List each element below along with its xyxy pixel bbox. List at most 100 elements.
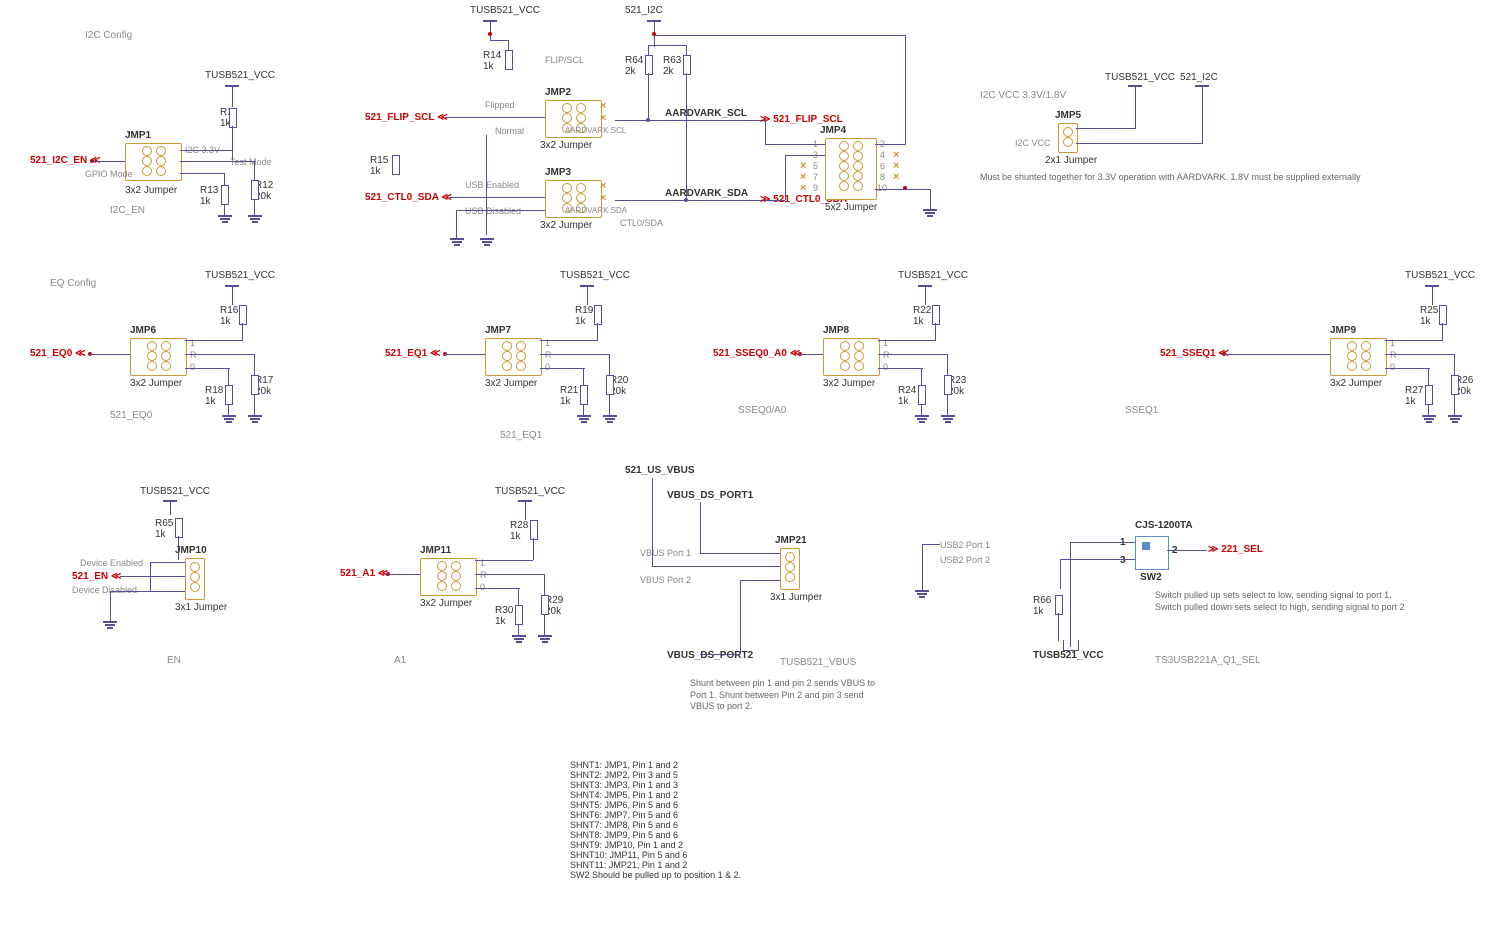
jmp5-block: I2C VCC 3.3V/1.8V TUSB521_VCC 521_I2C JM…	[980, 70, 1230, 200]
shunt-note-line: SHNT7: JMP8, Pin 5 and 6	[570, 820, 741, 830]
jmp7-signal: 521_EQ1 ≪	[385, 348, 441, 359]
jmp10-signal: 521_EN ≪	[72, 571, 121, 582]
r66-value: 1k	[1033, 606, 1044, 617]
jmp2-signal: 521_FLIP_SCL ≪	[365, 112, 448, 123]
jmp2-p2: Normal	[495, 126, 524, 136]
shunt-note-line: SHNT2: JMP2, Pin 3 and 5	[570, 770, 741, 780]
jmp11-signal: 521_A1 ≪	[340, 568, 388, 579]
jmp21-note: Shunt between pin 1 and pin 2 sends VBUS…	[690, 678, 890, 713]
sw2-part: CJS-1200TA	[1135, 520, 1193, 531]
jmp4-type: 5x2 Jumper	[825, 202, 877, 213]
jmp9-body	[1330, 338, 1387, 376]
jmp9-signal: 521_SSEQ1 ≪	[1160, 348, 1229, 359]
jmp10-body	[185, 558, 205, 600]
jmp6-p3: 0	[190, 362, 195, 372]
r22-name: R22	[913, 305, 931, 316]
r28-value: 1k	[510, 531, 521, 542]
shunt-note-line: SHNT6: JMP7, Pin 5 and 6	[570, 810, 741, 820]
r27-value: 1k	[1405, 396, 1416, 407]
r66-name: R66	[1033, 595, 1051, 606]
shunt-note-line: SW2 Should be pulled up to position 1 & …	[570, 870, 741, 880]
jmp5-vcc: TUSB521_VCC	[1105, 72, 1175, 83]
r15-name: R15	[370, 155, 388, 166]
r15-value: 1k	[370, 166, 381, 177]
jmp4-block: 521_I2C R64 2k R63 2k AARDVARK_SCL ≫ 521…	[615, 0, 945, 260]
r64-name: R64	[625, 55, 643, 66]
jmp7-p3: 0	[545, 362, 550, 372]
aardvark-sda: AARDVARK_SDA	[665, 188, 748, 199]
r24-name: R24	[898, 385, 916, 396]
r63-name: R63	[663, 55, 681, 66]
jmp4-pin6: 6	[880, 161, 885, 171]
jmp21-ds1: VBUS_DS_PORT1	[667, 490, 753, 501]
r16-name: R16	[220, 305, 238, 316]
jmp3-p2: USB Disabled	[465, 206, 521, 216]
jmp7-sub: 521_EQ1	[500, 430, 542, 441]
shunt-note-line: SHNT8: JMP9, Pin 5 and 6	[570, 830, 741, 840]
jmp11-vcc: TUSB521_VCC	[495, 486, 565, 497]
r27-name: R27	[1405, 385, 1423, 396]
jmp6-signal: 521_EQ0 ≪	[30, 348, 86, 359]
jmp1-p3: GPIO Mode	[85, 169, 133, 179]
r14-value: 1k	[483, 61, 494, 72]
r63-value: 2k	[663, 66, 674, 77]
jmp5-body	[1058, 123, 1078, 153]
sw2-body	[1135, 536, 1169, 570]
shunt-note-line: SHNT3: JMP3, Pin 1 and 3	[570, 780, 741, 790]
sw2-pin3: 3	[1120, 555, 1126, 566]
shunt-note-line: SHNT10: JMP11, Pin 5 and 6	[570, 850, 741, 860]
jmp8-body	[823, 338, 880, 376]
jmp10-block: TUSB521_VCC R65 1k JMP10 3x1 Jumper Devi…	[55, 480, 275, 690]
jmp11-p3: 0	[480, 582, 485, 592]
sw2-vcc: TUSB521_VCC	[1033, 650, 1104, 661]
sw2-sub: TS3USB221A_Q1_SEL	[1155, 655, 1261, 666]
jmp21-name: JMP21	[775, 535, 807, 546]
jmp4-body	[825, 138, 877, 200]
jmp4-pin7: 7	[813, 172, 818, 182]
jmp3-type: 3x2 Jumper	[540, 220, 592, 231]
jmp10-vcc: TUSB521_VCC	[140, 486, 210, 497]
jmp5-note: Must be shunted together for 3.3V operat…	[980, 172, 1400, 184]
jmp21-t1: VBUS Port 1	[640, 548, 691, 558]
jmp7-vcc: TUSB521_VCC	[560, 270, 630, 281]
jmp10-p1: Device Enabled	[80, 558, 143, 568]
jmp3-name: JMP3	[545, 167, 571, 178]
r25-value: 1k	[1420, 316, 1431, 327]
shunt-note-line: SHNT11: JMP21, Pin 1 and 2	[570, 860, 741, 870]
jmp8-signal: 521_SSEQ0_A0 ≪	[713, 348, 800, 359]
jmp7-p2: R	[545, 350, 552, 360]
r19-value: 1k	[575, 316, 586, 327]
r18-value: 1k	[205, 396, 216, 407]
r24-value: 1k	[898, 396, 909, 407]
jmp4-name: JMP4	[820, 125, 846, 136]
jmp21-block: 521_US_VBUS VBUS_DS_PORT1 VBUS_DS_PORT2 …	[625, 460, 895, 720]
jmp3-p1: USB Enabled	[465, 180, 519, 190]
jmp7-type: 3x2 Jumper	[485, 378, 537, 389]
jmp9-name: JMP9	[1330, 325, 1356, 336]
jmp9-p3: 0	[1390, 362, 1395, 372]
i2c-config-title: I2C Config	[85, 30, 132, 41]
jmp5-i2c: 521_I2C	[1180, 72, 1218, 83]
jmp6-vcc: TUSB521_VCC	[205, 270, 275, 281]
jmp9-sub: SSEQ1	[1125, 405, 1158, 416]
jmp7-block: TUSB521_VCC R19 1k JMP7 3x2 Jumper 1 R 0…	[385, 260, 645, 460]
jmp11-block: TUSB521_VCC R28 1k JMP11 3x2 Jumper 1 R …	[340, 480, 600, 690]
jmp7-name: JMP7	[485, 325, 511, 336]
jmp5-type: 2x1 Jumper	[1045, 155, 1097, 166]
r65-name: R65	[155, 518, 173, 529]
vcc-label: TUSB521_VCC	[205, 70, 275, 81]
jmp6-p2: R	[190, 350, 197, 360]
r25-name: R25	[1420, 305, 1438, 316]
jmp8-sub: SSEQ0/A0	[738, 405, 786, 416]
jmp11-body	[420, 558, 477, 596]
jmp11-sub: A1	[394, 655, 406, 666]
jmp10-p2: Device Disabled	[72, 585, 137, 595]
jmp3-signal: 521_CTL0_SDA ≪	[365, 192, 452, 203]
jmp4-pin9: 9	[813, 183, 818, 193]
aardvark-scl: AARDVARK_SCL	[665, 108, 747, 119]
jmp1-block: TUSB521_VCC R11 1k JMP1 I2C 3.3V Test Mo…	[30, 60, 300, 260]
jmp21-t2: VBUS Port 2	[640, 575, 691, 585]
sw2-p1: USB2 Port 1	[940, 540, 990, 550]
jmp6-body	[130, 338, 187, 376]
jmp8-vcc: TUSB521_VCC	[898, 270, 968, 281]
